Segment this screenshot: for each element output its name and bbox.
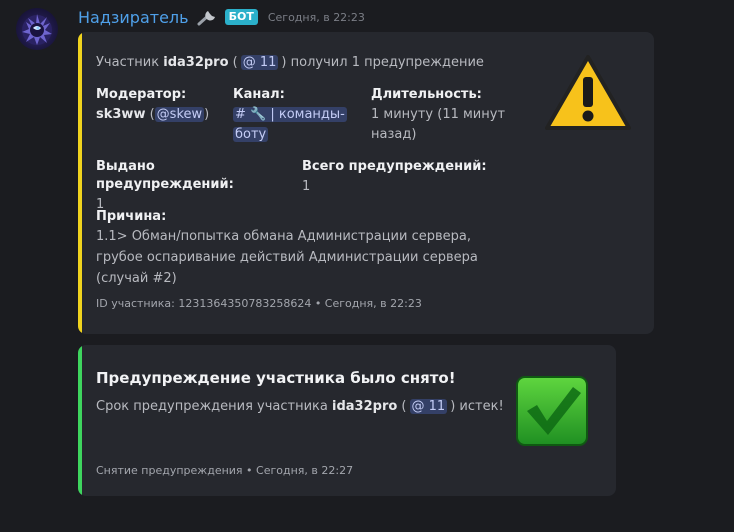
field-name: Длительность: — [371, 87, 482, 102]
embed-description: Участник ida32pro (@ 11) получил 1 преду… — [96, 55, 484, 70]
message-header: Надзиратель БОТ Сегодня, в 22:23 — [78, 6, 365, 28]
field-name: Выдано предупреждений: — [96, 159, 234, 192]
embed-footer: Снятие предупреждения • Сегодня, в 22:27 — [96, 464, 354, 477]
duration-value-cont: назад) — [371, 127, 417, 142]
user-mention[interactable]: @ 11 — [240, 55, 279, 70]
embed-description: Срок предупреждения участника ida32pro (… — [96, 399, 504, 414]
user-name: ida32pro — [163, 55, 229, 70]
wrench-icon — [195, 7, 219, 27]
bot-name[interactable]: Надзиратель — [78, 8, 189, 27]
field-name: Модератор: — [96, 87, 187, 102]
warning-embed: Участник ida32pro (@ 11) получил 1 преду… — [78, 32, 654, 334]
desc-prefix: Срок предупреждения участника — [96, 399, 328, 414]
channel-link-continued[interactable]: боту — [233, 127, 269, 142]
issued-field: Выдано предупреждений: 1 — [96, 158, 296, 215]
channel-link[interactable]: # 🔧 | команды- — [233, 107, 347, 122]
desc-end: предупреждение — [364, 55, 484, 70]
embed-title: Предупреждение участника было снято! — [96, 369, 456, 387]
desc-prefix: Участник — [96, 55, 160, 70]
bot-badge: БОТ — [224, 9, 258, 25]
embed-color-bar — [78, 345, 82, 496]
reason-line: грубое оспаривание действий Администраци… — [96, 250, 478, 265]
message-timestamp: Сегодня, в 22:23 — [267, 10, 365, 24]
field-name: Всего предупреждений: — [302, 159, 487, 174]
moderator-field: Модератор: sk3ww (@skew) — [96, 86, 226, 125]
check-mark-icon — [516, 376, 588, 446]
desc-suffix: получил — [290, 55, 348, 70]
duration-field: Длительность: 1 минуту (11 минут назад) — [371, 86, 511, 145]
moderator-name: sk3ww — [96, 107, 146, 122]
user-mention[interactable]: @ 11 — [409, 399, 448, 414]
field-name: Канал: — [233, 87, 285, 102]
desc-suffix: истек! — [459, 399, 504, 414]
field-name: Причина: — [96, 209, 167, 224]
warning-removed-embed: Предупреждение участника было снято! Сро… — [78, 345, 616, 496]
moderator-mention[interactable]: @skew — [154, 107, 205, 122]
total-value: 1 — [302, 179, 311, 194]
duration-value: 1 минуту (11 минут — [371, 107, 506, 122]
reason-field: Причина: 1.1> Обман/попытка обмана Админ… — [96, 208, 496, 289]
reason-line: (случай #2) — [96, 271, 177, 286]
embed-color-bar — [78, 32, 82, 334]
embed-footer: ID участника: 1231364350783258624 • Сего… — [96, 297, 422, 310]
user-name: ida32pro — [332, 399, 398, 414]
total-field: Всего предупреждений: 1 — [302, 158, 502, 197]
warning-count: 1 — [351, 55, 360, 70]
reason-line: 1.1> Обман/попытка обмана Администрации … — [96, 229, 471, 244]
channel-field: Канал: # 🔧 | команды- боту — [233, 86, 363, 145]
warning-icon — [545, 55, 631, 130]
bot-avatar[interactable] — [16, 8, 58, 50]
